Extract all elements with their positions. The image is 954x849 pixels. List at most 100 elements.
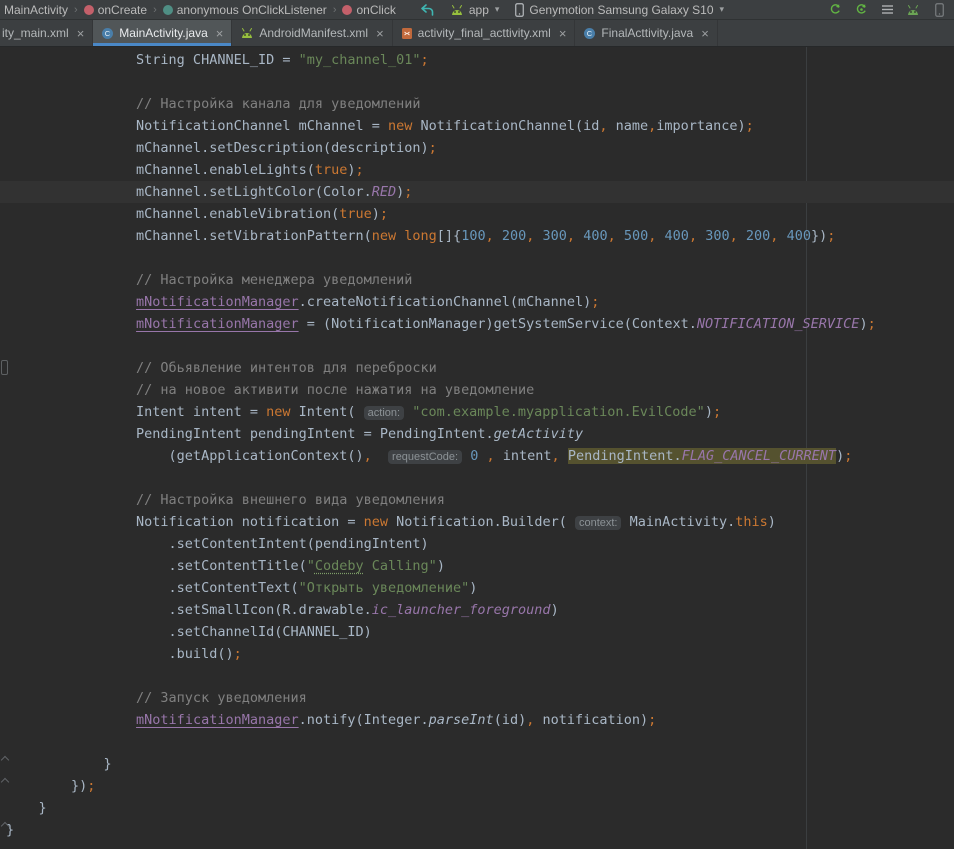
code-token: notification): [534, 712, 648, 728]
code-token: (id): [494, 712, 527, 728]
code-line[interactable]: mChannel.setDescription(description);: [6, 137, 954, 159]
code-token: ): [836, 448, 844, 464]
code-line[interactable]: [6, 731, 954, 753]
code-token: ;: [404, 184, 412, 200]
code-token: MainActivity.: [621, 514, 735, 530]
tab-close-icon[interactable]: ×: [216, 27, 224, 40]
build-variants-button[interactable]: [878, 1, 896, 19]
code-token: ): [372, 206, 380, 222]
device-manager-icon: [935, 3, 944, 17]
sdk-manager-button[interactable]: [904, 1, 922, 19]
code-token: ): [705, 404, 713, 420]
back-arrow-icon[interactable]: [420, 4, 434, 16]
apply-code-changes-button[interactable]: [852, 1, 870, 19]
code-line[interactable]: // Настройка внешнего вида уведомления: [6, 489, 954, 511]
breadcrumb-oncreate[interactable]: onCreate: [84, 3, 147, 17]
tab-label: activity_final_acttivity.xml: [418, 26, 551, 40]
code-token: action:: [364, 406, 404, 420]
code-line[interactable]: // на новое активити после нажатия на ув…: [6, 379, 954, 401]
breadcrumb-anonymous-onclicklistener[interactable]: anonymous OnClickListener: [163, 3, 327, 17]
code-line[interactable]: mChannel.enableLights(true);: [6, 159, 954, 181]
code-line[interactable]: }: [6, 753, 954, 775]
code-line[interactable]: [6, 247, 954, 269]
code-line[interactable]: // Настройка менеджера уведомлений: [6, 269, 954, 291]
code-line[interactable]: .setContentTitle("Codeby Calling"): [6, 555, 954, 577]
svg-text:C: C: [587, 29, 593, 38]
code-line[interactable]: }: [6, 797, 954, 819]
code-token: // Запуск уведомления: [6, 690, 307, 706]
breadcrumb-label: onCreate: [98, 3, 147, 17]
editor-code[interactable]: String CHANNEL_ID = "my_channel_01"; // …: [6, 49, 954, 841]
tab-label: FinalActtivity.java: [601, 26, 693, 40]
breadcrumb-mainactivity[interactable]: MainActivity: [4, 3, 68, 17]
code-token: [738, 228, 746, 244]
tab-close-icon[interactable]: ×: [77, 27, 85, 40]
code-line[interactable]: mNotificationManager = (NotificationMana…: [6, 313, 954, 335]
tab-finalacttivity-java[interactable]: C FinalActtivity.java ×: [575, 20, 717, 46]
code-token: ;: [746, 118, 754, 134]
code-token: }): [811, 228, 827, 244]
code-token: long: [404, 228, 437, 244]
tab-close-icon[interactable]: ×: [559, 27, 567, 40]
code-line[interactable]: (getApplicationContext(), requestCode: 0…: [6, 445, 954, 467]
code-line[interactable]: [6, 71, 954, 93]
apply-changes-icon: [829, 3, 842, 16]
java-class-icon: C: [583, 27, 596, 40]
tab-activity-final-acttivity-xml[interactable]: activity_final_acttivity.xml ×: [393, 20, 576, 46]
device-selector[interactable]: Genymotion Samsung Galaxy S10 ▾: [515, 3, 724, 17]
code-line[interactable]: mChannel.setVibrationPattern(new long[]{…: [6, 225, 954, 247]
code-line[interactable]: .setContentIntent(pendingIntent): [6, 533, 954, 555]
tab-ity-main-xml[interactable]: ity_main.xml×: [0, 20, 93, 46]
editor[interactable]: String CHANNEL_ID = "my_channel_01"; // …: [0, 47, 954, 849]
tab-label: MainActivity.java: [119, 26, 207, 40]
code-token: intent: [495, 448, 552, 464]
tab-mainactivity-java[interactable]: CMainActivity.java×: [93, 20, 232, 46]
code-token: .setContentText(: [6, 580, 299, 596]
code-line[interactable]: });: [6, 775, 954, 797]
code-token: mChannel.setLightColor(Color.: [6, 184, 372, 200]
code-line[interactable]: [6, 665, 954, 687]
code-line[interactable]: [6, 335, 954, 357]
tab-close-icon[interactable]: ×: [376, 27, 384, 40]
code-line[interactable]: Notification notification = new Notifica…: [6, 511, 954, 533]
code-token: .setChannelId(CHANNEL_ID): [6, 624, 372, 640]
code-line[interactable]: .setChannelId(CHANNEL_ID): [6, 621, 954, 643]
code-line[interactable]: // Запуск уведомления: [6, 687, 954, 709]
code-line[interactable]: .build();: [6, 643, 954, 665]
apply-changes-button[interactable]: [826, 1, 844, 19]
code-line[interactable]: // Настройка канала для уведомлений: [6, 93, 954, 115]
run-config-selector[interactable]: app ▾: [450, 3, 500, 17]
code-token: mChannel.enableVibration(: [6, 206, 339, 222]
code-line[interactable]: .setContentText("Открыть уведомление"): [6, 577, 954, 599]
main-toolbar: MainActivity›onCreate›anonymous OnClickL…: [0, 0, 954, 20]
code-line[interactable]: // Обьявление интентов для переброски: [6, 357, 954, 379]
code-line[interactable]: mChannel.setLightColor(Color.RED);: [0, 181, 954, 203]
code-line[interactable]: mNotificationManager.createNotificationC…: [6, 291, 954, 313]
code-line[interactable]: Intent intent = new Intent( action: "com…: [6, 401, 954, 423]
code-token: 400: [583, 228, 607, 244]
code-line[interactable]: PendingIntent pendingIntent = PendingInt…: [6, 423, 954, 445]
code-line[interactable]: String CHANNEL_ID = "my_channel_01";: [6, 49, 954, 71]
code-token: ,: [486, 228, 494, 244]
code-token: [478, 448, 486, 464]
code-line[interactable]: [6, 467, 954, 489]
code-token: mChannel.setVibrationPattern(: [6, 228, 372, 244]
code-token: [616, 228, 624, 244]
gutter-bookmark-icon[interactable]: [1, 360, 8, 375]
phone-icon: [515, 3, 524, 17]
code-line[interactable]: mChannel.enableVibration(true);: [6, 203, 954, 225]
code-line[interactable]: mNotificationManager.notify(Integer.pars…: [6, 709, 954, 731]
code-token: 200: [746, 228, 770, 244]
breadcrumb-separator: ›: [153, 4, 157, 16]
code-token: ): [347, 162, 355, 178]
tab-close-icon[interactable]: ×: [701, 27, 709, 40]
code-token: ;: [421, 52, 429, 68]
code-token: Codeby: [315, 558, 364, 574]
tab-androidmanifest-xml[interactable]: AndroidManifest.xml×: [232, 20, 392, 46]
device-manager-button[interactable]: [930, 1, 948, 19]
breadcrumb-onclick[interactable]: onClick: [342, 3, 395, 17]
code-line[interactable]: }: [6, 819, 954, 841]
code-token: "Открыть уведомление": [299, 580, 470, 596]
code-line[interactable]: NotificationChannel mChannel = new Notif…: [6, 115, 954, 137]
code-line[interactable]: .setSmallIcon(R.drawable.ic_launcher_for…: [6, 599, 954, 621]
